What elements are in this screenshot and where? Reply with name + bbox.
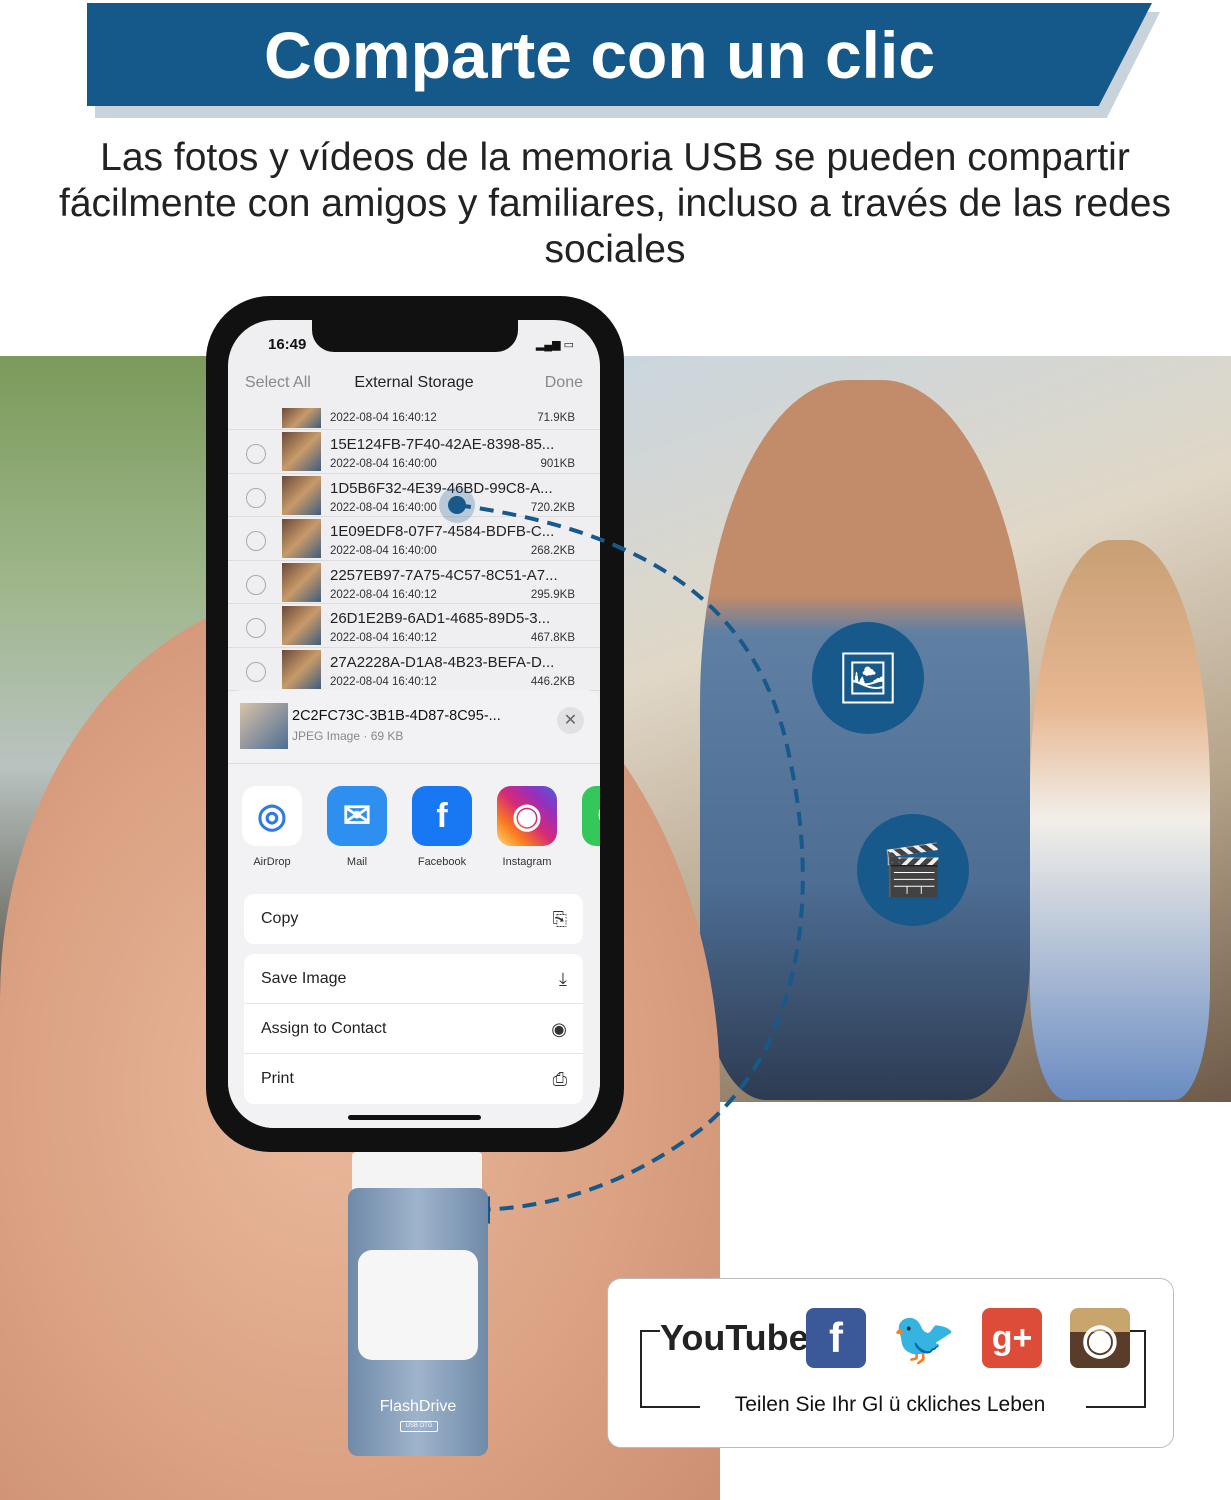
facebook-icon: f [806, 1308, 866, 1368]
twitter-icon: 🐦 [891, 1309, 957, 1368]
youtube-logo-text: YouTube [660, 1317, 809, 1358]
share-flow-arrow [439, 487, 805, 1224]
usb-otg-badge: USB OTG [400, 1421, 438, 1432]
youtube-icon: YouTube [660, 1317, 809, 1359]
usb-label: FlashDrive [379, 1398, 457, 1415]
instagram-icon: ◉ [1070, 1308, 1130, 1368]
social-tagline: Teilen Sie Ihr Gl ü ckliches Leben [700, 1393, 1080, 1417]
google-plus-icon: g+ [982, 1308, 1042, 1368]
dashed-path [456, 503, 805, 1212]
usb-c-cap [358, 1250, 478, 1360]
social-icons: YouTube f 🐦 g+ ◉ [660, 1308, 1130, 1368]
